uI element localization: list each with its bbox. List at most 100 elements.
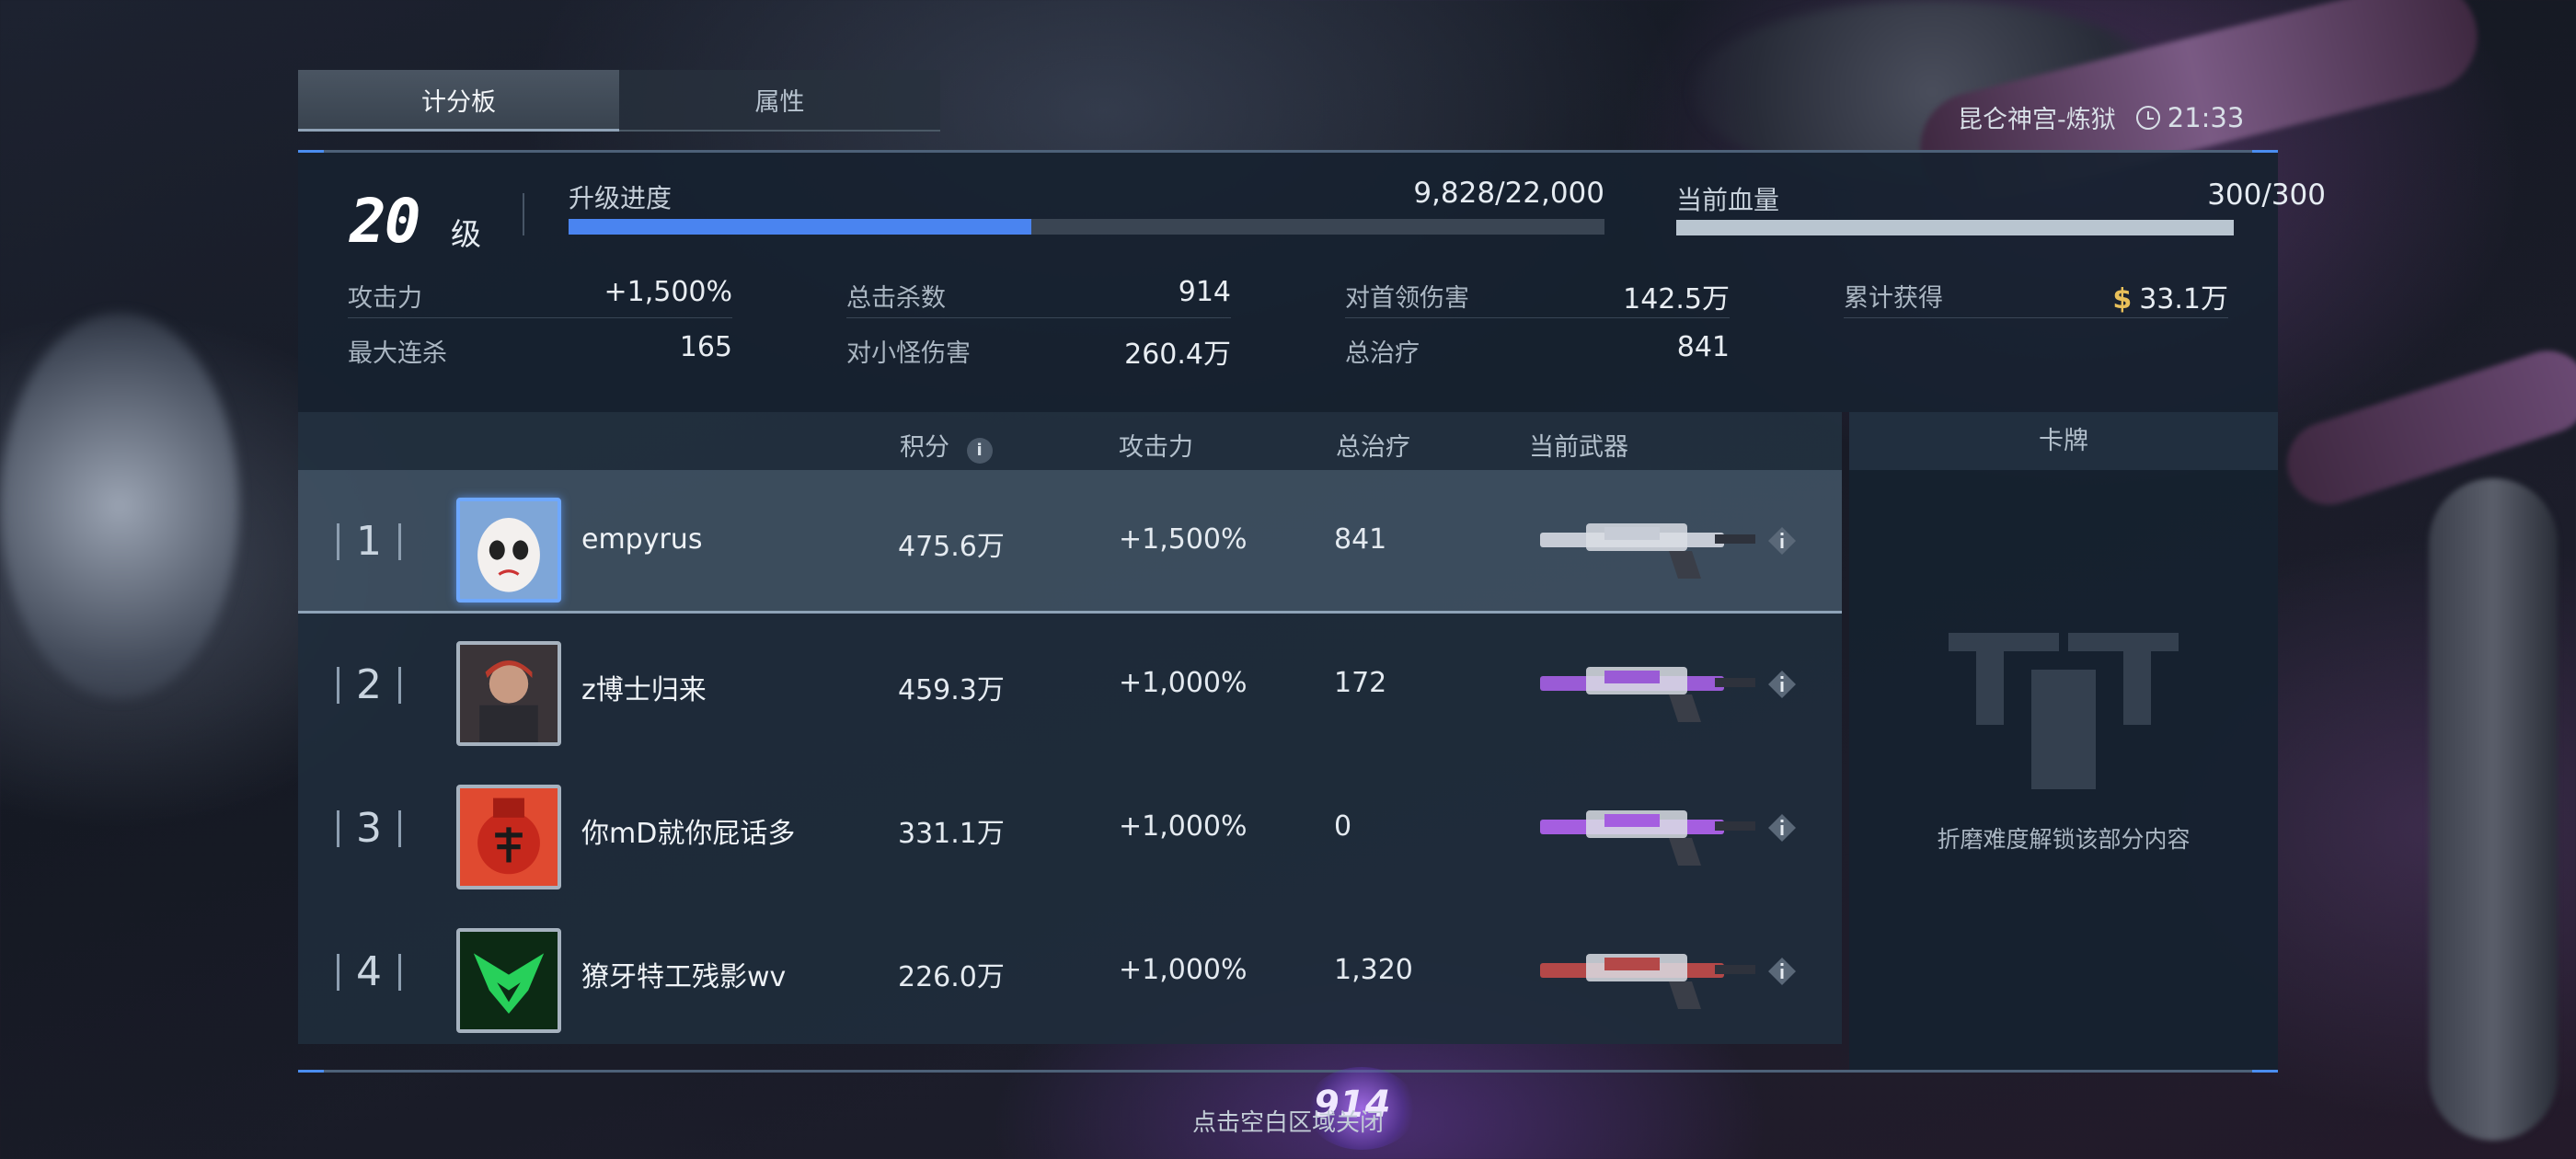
- info-icon[interactable]: [1766, 525, 1798, 557]
- header-score-label: 积分: [900, 433, 949, 462]
- header-score: 积分 i: [900, 427, 993, 464]
- weapon-icon: [1540, 667, 1755, 722]
- rank-bracket: 3: [337, 794, 401, 862]
- clock-time: 21:33: [2167, 101, 2245, 133]
- background-rock: [0, 313, 239, 699]
- player-avatar[interactable]: [456, 928, 561, 1033]
- player-avatar[interactable]: [456, 641, 561, 746]
- current-weapon: [1531, 499, 1761, 584]
- stat-value: 841: [1676, 331, 1730, 363]
- rank-number: 2: [356, 661, 382, 708]
- header-attack: 攻击力: [1119, 433, 1193, 462]
- rank-number: 1: [356, 518, 382, 565]
- stat-value: 914: [1178, 276, 1231, 308]
- time-display: 21:33: [2135, 101, 2245, 133]
- player-heal: 172: [1334, 667, 1387, 699]
- current-weapon: [1531, 643, 1761, 728]
- info-icon[interactable]: [1766, 812, 1798, 843]
- health-value: 300/300: [2207, 178, 2326, 212]
- header-heal: 总治疗: [1336, 433, 1410, 462]
- stat-label: 最大连杀: [348, 339, 447, 368]
- tab-bar: 计分板 属性: [298, 70, 940, 132]
- scoreboard-panel: 20 级 升级进度 9,828/22,000 当前血量 300/300 攻击力 …: [298, 150, 2326, 1073]
- info-icon[interactable]: [1766, 956, 1798, 987]
- stat-label: 总击杀数: [846, 284, 946, 313]
- table-row[interactable]: 2 z博士归来 459.3万 +1,000% 172: [298, 614, 1842, 757]
- location-info: 昆仑神宫-炼狱 21:33: [1958, 99, 2244, 135]
- weapon-icon: [1540, 810, 1755, 866]
- stat-label: 攻击力: [348, 284, 422, 313]
- player-attack: +1,000%: [1119, 667, 1248, 699]
- background-tentacle: [2276, 339, 2576, 516]
- progress-value: 9,828/22,000: [1413, 177, 1604, 210]
- rank-number: 4: [356, 948, 382, 995]
- stat-value: 165: [679, 331, 732, 363]
- player-score: 475.6万: [898, 531, 1005, 563]
- panel-border-bottom: [298, 1070, 2278, 1073]
- player-score: 226.0万: [898, 961, 1005, 993]
- level-progress-fill: [569, 219, 1031, 235]
- locked-emblem-icon: [1949, 633, 2179, 789]
- cards-panel: 卡牌 折磨难度解锁该部分内容: [1849, 412, 2278, 1070]
- map-name: 昆仑神宫-炼狱: [1958, 106, 2116, 134]
- stat-boss-damage: 对首领伤害 142.5万: [1345, 278, 1730, 318]
- player-heal: 841: [1334, 523, 1387, 556]
- player-summary: 20 级 升级进度 9,828/22,000 当前血量 300/300 攻击力 …: [298, 153, 2326, 412]
- stat-value: +1,500%: [604, 276, 732, 308]
- player-avatar[interactable]: [456, 785, 561, 889]
- divider: [523, 193, 524, 235]
- player-name: empyrus: [581, 523, 703, 556]
- stat-minion-damage: 对小怪伤害 260.4万: [846, 333, 1231, 373]
- health-fill: [1676, 220, 2234, 235]
- current-weapon: [1531, 930, 1761, 1015]
- dollar-icon: $: [2112, 283, 2133, 316]
- earned-amount: 33.1万: [2139, 283, 2228, 316]
- cards-title: 卡牌: [1849, 412, 2278, 470]
- stat-value: 260.4万: [1124, 339, 1231, 371]
- rank-bracket: 4: [337, 937, 401, 1005]
- player-attack: +1,000%: [1119, 954, 1248, 986]
- stat-label: 累计获得: [1844, 284, 1943, 313]
- player-heal: 1,320: [1334, 954, 1413, 986]
- current-weapon: [1531, 786, 1761, 871]
- stat-earned: 累计获得 $33.1万: [1844, 278, 2228, 318]
- weapon-icon: [1540, 954, 1755, 1009]
- stat-total-heal: 总治疗 841: [1345, 331, 1730, 373]
- table-row[interactable]: 4 獠牙特工残影wv 226.0万 +1,000% 1,320: [298, 901, 1842, 1044]
- rank-bracket: 1: [337, 507, 401, 575]
- player-heal: 0: [1334, 810, 1352, 843]
- player-score: 331.1万: [898, 818, 1005, 850]
- stat-label: 对首领伤害: [1345, 284, 1469, 313]
- tab-attributes[interactable]: 属性: [619, 70, 940, 132]
- stat-max-combo: 最大连杀 165: [348, 331, 732, 373]
- tab-scoreboard[interactable]: 计分板: [298, 70, 619, 132]
- scoreboard-table-header: 积分 i 攻击力 总治疗 当前武器: [298, 412, 1842, 470]
- cards-locked-message: 折磨难度解锁该部分内容: [1937, 826, 2191, 853]
- rank-number: 3: [356, 805, 382, 852]
- stat-value: 142.5万: [1623, 283, 1730, 316]
- progress-label: 升级进度: [569, 183, 673, 213]
- player-attack: +1,500%: [1119, 523, 1248, 556]
- player-level-unit: 级: [451, 216, 481, 252]
- table-row[interactable]: 1 empyrus 475.6万 +1,500% 841: [298, 470, 1842, 614]
- stat-label: 对小怪伤害: [846, 339, 971, 368]
- stat-total-kills: 总击杀数 914: [846, 276, 1231, 318]
- header-weapon: 当前武器: [1529, 433, 1628, 462]
- info-icon[interactable]: [1766, 669, 1798, 700]
- player-level: 20: [350, 186, 420, 257]
- player-name: 獠牙特工残影wv: [581, 961, 787, 993]
- info-icon[interactable]: i: [966, 438, 993, 464]
- table-row[interactable]: 3 你mD就你屁话多 331.1万 +1,000% 0: [298, 757, 1842, 901]
- player-attack: +1,000%: [1119, 810, 1248, 843]
- stat-attack: 攻击力 +1,500%: [348, 276, 732, 318]
- stat-value: $33.1万: [2112, 276, 2228, 316]
- clock-icon: [2135, 105, 2160, 130]
- player-score: 459.3万: [898, 674, 1005, 706]
- health-bar: [1676, 220, 2234, 235]
- health-label: 当前血量: [1676, 185, 1780, 215]
- stat-label: 总治疗: [1345, 339, 1420, 368]
- close-hint[interactable]: 点击空白区域关闭: [0, 1104, 2576, 1138]
- player-avatar[interactable]: [456, 498, 561, 602]
- weapon-icon: [1540, 523, 1755, 579]
- player-name: 你mD就你屁话多: [581, 818, 796, 850]
